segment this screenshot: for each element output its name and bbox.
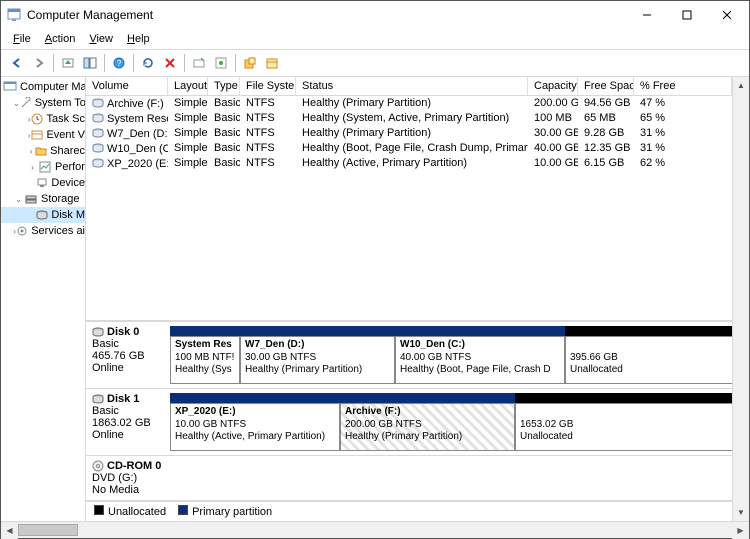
nav-tree[interactable]: Computer Ma ⌄ System To ›Task Sc ›Event …: [1, 77, 86, 521]
tools-icon: [20, 96, 32, 110]
refresh-button[interactable]: [138, 53, 158, 73]
volume-list[interactable]: Archive (F:)SimpleBasicNTFSHealthy (Prim…: [86, 96, 732, 171]
perf-icon: [38, 160, 52, 174]
horizontal-scrollbar[interactable]: ◀ ▶: [1, 521, 749, 538]
tree-device-manager[interactable]: ›Device: [1, 175, 85, 191]
col-pctfree[interactable]: % Free: [634, 77, 732, 95]
volume-row[interactable]: XP_2020 (E:)SimpleBasicNTFSHealthy (Acti…: [86, 156, 732, 171]
volume-list-header: Volume Layout Type File System Status Ca…: [86, 77, 732, 96]
tree-storage[interactable]: ⌄Storage: [1, 191, 85, 207]
app-icon: [7, 8, 21, 22]
legend: Unallocated Primary partition: [86, 501, 732, 521]
expand-icon[interactable]: ›: [27, 146, 35, 157]
folder-icon: [35, 144, 47, 158]
services-icon: [16, 224, 28, 238]
window-title: Computer Management: [27, 8, 627, 22]
menu-file[interactable]: File: [7, 31, 37, 47]
partition-box[interactable]: Archive (F:)200.00 GB NTFSHealthy (Prima…: [340, 403, 515, 451]
disk-row: Disk 0Basic465.76 GBOnlineSystem Res100 …: [86, 322, 732, 389]
col-volume[interactable]: Volume: [86, 77, 168, 95]
expand-icon[interactable]: ›: [27, 162, 38, 173]
legend-unallocated: Unallocated: [94, 505, 166, 518]
toolbar-btn-b[interactable]: [240, 53, 260, 73]
content-pane: Volume Layout Type File System Status Ca…: [86, 77, 732, 521]
titlebar: Computer Management: [1, 1, 749, 29]
minimize-button[interactable]: [627, 2, 667, 28]
col-status[interactable]: Status: [296, 77, 528, 95]
up-button[interactable]: [58, 53, 78, 73]
partition-box[interactable]: W10_Den (C:)40.00 GB NTFSHealthy (Boot, …: [395, 336, 565, 384]
toolbar: ?: [1, 50, 749, 77]
scroll-down-button[interactable]: ▼: [733, 504, 749, 521]
partition-box[interactable]: 1653.02 GBUnallocated: [515, 403, 735, 451]
clock-icon: [31, 112, 43, 126]
scroll-thumb[interactable]: [18, 524, 78, 536]
volume-row[interactable]: System ReservedSimpleBasicNTFSHealthy (S…: [86, 111, 732, 126]
tree-disk-management[interactable]: ›Disk M: [1, 207, 85, 223]
list-empty-area: [86, 171, 732, 321]
tree-event-viewer[interactable]: ›Event V: [1, 127, 85, 143]
tree-system-tools[interactable]: ⌄ System To: [1, 95, 85, 111]
partition-box[interactable]: XP_2020 (E:)10.00 GB NTFSHealthy (Active…: [170, 403, 340, 451]
tree-root[interactable]: Computer Ma: [1, 79, 85, 95]
toolbar-btn-a[interactable]: [189, 53, 209, 73]
partition-box[interactable]: System Res100 MB NTF!Healthy (Sys: [170, 336, 240, 384]
vertical-scrollbar[interactable]: ▲ ▼: [732, 77, 749, 521]
volume-row[interactable]: Archive (F:)SimpleBasicNTFSHealthy (Prim…: [86, 96, 732, 111]
disk-partitions: System Res100 MB NTF!Healthy (SysW7_Den …: [170, 326, 735, 384]
disk-row: Disk 1Basic1863.02 GBOnlineXP_2020 (E:)1…: [86, 389, 732, 456]
event-icon: [31, 128, 43, 142]
disk-row: CD-ROM 0DVD (G:)No Media: [86, 456, 732, 501]
storage-icon: [24, 192, 38, 206]
disk-info: Disk 1Basic1863.02 GBOnline: [92, 393, 164, 451]
properties-button[interactable]: [211, 53, 231, 73]
col-capacity[interactable]: Capacity: [528, 77, 578, 95]
disk-info: Disk 0Basic465.76 GBOnline: [92, 326, 164, 384]
menu-view[interactable]: View: [83, 31, 119, 47]
disk-partitions: [170, 460, 726, 496]
show-hide-tree-button[interactable]: [80, 53, 100, 73]
legend-primary: Primary partition: [178, 505, 272, 518]
toolbar-btn-c[interactable]: [262, 53, 282, 73]
menu-action[interactable]: Action: [39, 31, 82, 47]
close-button[interactable]: [707, 2, 747, 28]
partition-box[interactable]: W7_Den (D:)30.00 GB NTFSHealthy (Primary…: [240, 336, 395, 384]
forward-button[interactable]: [29, 53, 49, 73]
scroll-up-button[interactable]: ▲: [733, 77, 749, 94]
col-freespace[interactable]: Free Space: [578, 77, 634, 95]
collapse-icon[interactable]: ⌄: [13, 194, 24, 205]
volume-row[interactable]: W10_Den (C:)SimpleBasicNTFSHealthy (Boot…: [86, 141, 732, 156]
scroll-left-button[interactable]: ◀: [1, 522, 18, 539]
tree-performance[interactable]: ›Perfor: [1, 159, 85, 175]
disk-partitions: XP_2020 (E:)10.00 GB NTFSHealthy (Active…: [170, 393, 735, 451]
computer-icon: [3, 80, 17, 94]
disk-icon: [36, 208, 48, 222]
menubar: File Action View Help: [1, 29, 749, 50]
help-button[interactable]: ?: [109, 53, 129, 73]
tree-shared-folders[interactable]: ›Sharec: [1, 143, 85, 159]
partition-box[interactable]: 395.66 GBUnallocated: [565, 336, 735, 384]
tree-task-scheduler[interactable]: ›Task Sc: [1, 111, 85, 127]
disk-info: CD-ROM 0DVD (G:)No Media: [92, 460, 164, 496]
volume-row[interactable]: W7_Den (D:)SimpleBasicNTFSHealthy (Prima…: [86, 126, 732, 141]
back-button[interactable]: [7, 53, 27, 73]
col-type[interactable]: Type: [208, 77, 240, 95]
menu-help[interactable]: Help: [121, 31, 156, 47]
col-filesystem[interactable]: File System: [240, 77, 296, 95]
delete-button[interactable]: [160, 53, 180, 73]
svg-text:?: ?: [117, 59, 122, 68]
disk-map: Disk 0Basic465.76 GBOnlineSystem Res100 …: [86, 321, 732, 501]
scroll-right-button[interactable]: ▶: [732, 522, 749, 539]
main-area: Computer Ma ⌄ System To ›Task Sc ›Event …: [1, 77, 749, 521]
col-layout[interactable]: Layout: [168, 77, 208, 95]
device-icon: [36, 176, 48, 190]
tree-services[interactable]: ›Services ai: [1, 223, 85, 239]
collapse-icon[interactable]: ⌄: [13, 98, 20, 109]
maximize-button[interactable]: [667, 2, 707, 28]
